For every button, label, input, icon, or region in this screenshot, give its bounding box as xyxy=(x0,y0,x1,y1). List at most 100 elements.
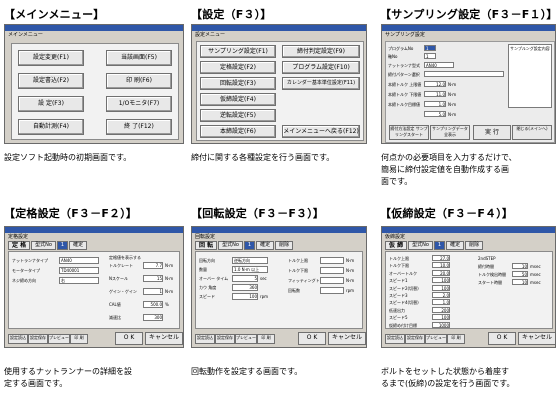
program-no-input[interactable]: 1 xyxy=(424,45,436,51)
field-input[interactable]: 100 xyxy=(432,277,450,284)
torque-detect-time-input[interactable]: 50 xyxy=(512,271,528,277)
save-button[interactable]: 設定保存 xyxy=(405,334,425,344)
print-button[interactable]: 印 刷 xyxy=(257,334,275,344)
count-angle-input[interactable]: 360 xyxy=(232,284,258,291)
lower-torque-input[interactable]: 11.0 xyxy=(424,91,446,97)
pattern-select[interactable] xyxy=(424,71,504,77)
rated-settings-button[interactable]: 定格設定(F2) xyxy=(200,61,276,74)
calendar-settings-button[interactable]: カレンダー基本単位設定(F11) xyxy=(282,77,360,90)
print-button[interactable]: 印 刷 xyxy=(70,334,88,344)
overtime-input[interactable]: 5 xyxy=(232,275,258,282)
model-no-label: 型式No xyxy=(31,241,56,250)
delete-tab[interactable]: 削除 xyxy=(465,241,484,250)
field-label: ゲイン・ゲイン xyxy=(109,289,137,294)
rotation-settings-window: 回転設定 回 転 型式No 1 確定 削除 回転方向 逆転方向 数量 1.0 N… xyxy=(191,226,367,348)
field-input[interactable]: 27.0 xyxy=(432,255,450,261)
preview-button[interactable]: プレビュー xyxy=(48,334,70,344)
field-label: トルク下限 xyxy=(288,268,308,273)
unit-label: rpm xyxy=(346,288,355,293)
field-label: オーバートルク xyxy=(389,270,417,276)
temp-tighten-settings-button[interactable]: 仮締設定(F4) xyxy=(200,93,276,106)
final-tighten-settings-button[interactable]: 本締設定(F6) xyxy=(200,125,276,138)
start-time-input[interactable]: 10 xyxy=(512,279,528,285)
delete-tab[interactable]: 削除 xyxy=(275,241,294,250)
axis-no-input[interactable]: 1 xyxy=(424,53,436,59)
field-input[interactable]: 20.0 xyxy=(432,269,450,276)
rotation-count-input[interactable] xyxy=(320,287,344,294)
rated-settings-window: 定格設定 定 格 型式No 1 確定 ナットランナタイプ AN40 モータータイ… xyxy=(4,226,184,348)
save-button[interactable]: 設定保存 xyxy=(215,334,235,344)
ok-button[interactable]: O K xyxy=(298,332,326,345)
model-no-select[interactable]: 1 xyxy=(56,241,69,250)
print-button[interactable]: 印 刷 xyxy=(447,334,465,344)
ok-button[interactable]: O K xyxy=(488,332,516,345)
runner-type-select[interactable]: AN40 xyxy=(424,62,454,68)
thread-direction-select[interactable]: 右 xyxy=(59,277,99,284)
extra-value-input[interactable]: 5.0 xyxy=(424,111,446,117)
motor-type-select[interactable]: TD40001 xyxy=(59,267,99,274)
model-no-select[interactable]: 1 xyxy=(433,241,446,250)
rotation-settings-button[interactable]: 回転設定(F3) xyxy=(200,77,276,90)
current-screen-button[interactable]: 当該画面(F5) xyxy=(106,50,172,66)
settings-button[interactable]: 設 定(F3) xyxy=(18,96,84,112)
load-button[interactable]: 設定読込 xyxy=(8,334,28,344)
speed-input[interactable]: 100 xyxy=(232,293,258,300)
field-input[interactable]: 100 xyxy=(432,284,450,291)
temp-tighten-frame: トルク上限 27.0 トルク下限 10.0 オーバートルク 20.0 スピード1 100 スピー… xyxy=(385,251,553,329)
upper-torque-input[interactable]: 12.0 xyxy=(424,81,446,87)
window-name: サンプリング設定 xyxy=(385,32,425,38)
field-input[interactable]: 1.0 xyxy=(432,299,450,306)
fitting-torque-input[interactable] xyxy=(320,277,344,284)
cancel-button[interactable]: キャンセル xyxy=(328,332,366,345)
cancel-button[interactable]: キャンセル xyxy=(518,332,555,345)
panel6-caption-2: るまで(仮締)の設定を行う画面です。 xyxy=(381,379,515,388)
setting-change-button[interactable]: 設定変更(F1) xyxy=(18,50,84,66)
reverse-settings-button[interactable]: 逆転設定(F5) xyxy=(200,109,276,122)
load-button[interactable]: 設定読込 xyxy=(195,334,215,344)
judgment-settings-button[interactable]: 締付判定設定(F9) xyxy=(282,45,360,58)
unit-label: % xyxy=(165,302,169,307)
section-tab: 回 転 xyxy=(195,241,218,250)
program-settings-button[interactable]: プログラム設定(F10) xyxy=(282,61,360,74)
torque-upper-input[interactable] xyxy=(320,257,344,264)
torque-lower-input[interactable] xyxy=(320,267,344,274)
model-no-select[interactable]: 1 xyxy=(243,241,256,250)
field-input[interactable]: 10.0 xyxy=(432,262,450,269)
quantity-select[interactable]: 1.0 N·m 以上 xyxy=(232,266,268,273)
save-button[interactable]: 設定保存 xyxy=(28,334,48,344)
exit-button[interactable]: 終 了(F12) xyxy=(106,119,172,135)
field-input[interactable]: 100 xyxy=(432,314,450,321)
field-input[interactable]: 1000 xyxy=(432,321,450,328)
show-all-data-button[interactable]: サンプリングデータ 全表示 xyxy=(430,125,470,140)
auto-measure-button[interactable]: 自動計測(F4) xyxy=(18,119,84,135)
unit-label: msec xyxy=(530,272,541,277)
preview-button[interactable]: プレビュー xyxy=(425,334,447,344)
setting-write-button[interactable]: 設定書込(F2) xyxy=(18,73,84,89)
load-button[interactable]: 設定読込 xyxy=(385,334,405,344)
rotation-frame: 回転方向 逆転方向 数量 1.0 N·m 以上 オーバー タイム 5 sec カ… xyxy=(195,251,363,329)
preview-button[interactable]: プレビュー xyxy=(235,334,257,344)
panel1-caption: 設定ソフト起動時の初期画面です。 xyxy=(4,153,132,162)
rotation-direction-select[interactable]: 逆転方向 xyxy=(232,257,268,264)
back-to-main-button[interactable]: メインメニューへ戻る(F12) xyxy=(282,125,360,138)
print-button[interactable]: 印 刷(F6) xyxy=(106,73,172,89)
execute-button[interactable]: 実 行 xyxy=(473,125,511,140)
ok-button[interactable]: O K xyxy=(115,332,143,345)
confirm-tab[interactable]: 確定 xyxy=(446,241,465,250)
unit-label: N·m xyxy=(448,102,457,107)
field-input[interactable]: 200 xyxy=(432,306,450,313)
cancel-button[interactable]: キャンセル xyxy=(145,332,183,345)
sampling-start-button[interactable]: 締付方法設定 サンプリングスタート xyxy=(389,125,429,140)
sampling-settings-button[interactable]: サンプリング設定(F1) xyxy=(200,45,276,58)
io-monitor-button[interactable]: 1/Oモニタ(F7) xyxy=(106,96,172,112)
confirm-tab[interactable]: 確定 xyxy=(69,241,88,250)
tighten-time-input[interactable]: 10 xyxy=(512,263,528,269)
confirm-tab[interactable]: 確定 xyxy=(256,241,275,250)
field-label: 締付時間 xyxy=(478,264,494,269)
target-torque-input[interactable]: 1.0 xyxy=(424,101,446,107)
close-button[interactable]: 閉じる(メインへ) xyxy=(512,125,552,140)
field-label: スピード5 xyxy=(389,315,408,321)
field-input[interactable]: 2.0 xyxy=(432,292,450,298)
field-label: トルクレート xyxy=(109,263,133,268)
runner-type-select[interactable]: AN40 xyxy=(59,257,99,264)
